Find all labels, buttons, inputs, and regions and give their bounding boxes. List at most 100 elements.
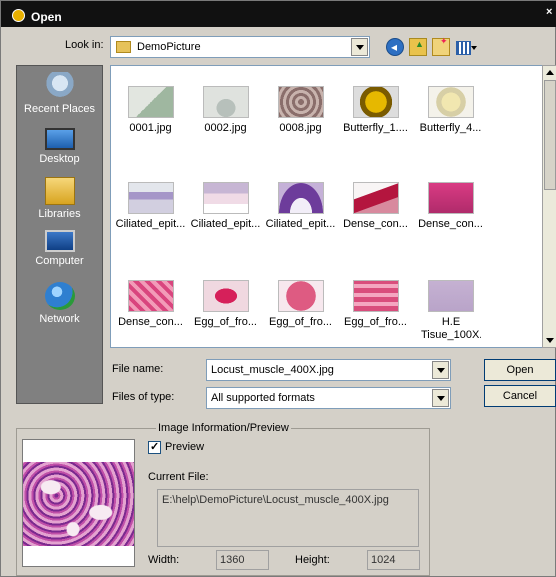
close-button[interactable]: × (546, 6, 552, 18)
height-field: 1024 (367, 550, 420, 570)
image-thumbnail (202, 280, 249, 312)
image-thumbnail (277, 86, 324, 118)
title-bar: Open × (1, 1, 556, 27)
preview-label: Preview (165, 441, 205, 453)
look-in-dropdown[interactable]: DemoPicture (110, 36, 370, 58)
height-value: 1024 (371, 554, 396, 566)
file-item[interactable]: H.E Tisue_100X... (413, 280, 488, 342)
image-preview (22, 439, 135, 567)
file-item[interactable]: 0001.jpg (113, 86, 188, 135)
file-name: 0001.jpg (129, 122, 172, 134)
chevron-down-icon[interactable] (432, 361, 449, 379)
current-file-box: E:\help\DemoPicture\Locust_muscle_400X.j… (157, 489, 419, 547)
view-menu-icon[interactable] (456, 38, 478, 56)
file-item[interactable]: Dense_con... (113, 280, 188, 329)
file-list-scrollbar[interactable] (542, 65, 556, 348)
file-name: Butterfly_1.... (343, 122, 408, 134)
new-folder-icon[interactable] (432, 36, 450, 56)
file-name: Dense_con... (118, 316, 183, 328)
image-thumbnail (427, 280, 474, 312)
image-thumbnail (277, 182, 324, 214)
file-name: Egg_of_fro... (269, 316, 332, 328)
image-info-legend: Image Information/Preview (156, 422, 291, 434)
scroll-up-icon[interactable] (544, 66, 556, 78)
current-file-value: E:\help\DemoPicture\Locust_muscle_400X.j… (162, 494, 389, 506)
file-name: 0002.jpg (204, 122, 247, 134)
width-label: Width: (148, 554, 180, 566)
place-recent-places[interactable]: Recent Places (17, 72, 102, 115)
file-name: Ciliated_epit... (115, 218, 186, 230)
file-list[interactable]: 0001.jpg 0002.jpg 0008.jpg Butterfly_1..… (110, 65, 544, 348)
back-icon[interactable] (386, 38, 404, 56)
image-thumbnail (352, 280, 399, 312)
place-computer[interactable]: Computer (17, 230, 102, 267)
network-icon (44, 282, 75, 310)
file-item[interactable]: 0008.jpg (263, 86, 338, 135)
file-item[interactable]: Egg_of_fro... (188, 280, 263, 329)
image-thumbnail (352, 182, 399, 214)
file-name: Dense_con... (418, 218, 483, 230)
preview-image (23, 462, 134, 546)
files-of-type-dropdown[interactable]: All supported formats (206, 387, 451, 409)
chevron-down-icon[interactable] (432, 389, 449, 407)
look-in-label: Look in: (65, 39, 104, 51)
file-name: Egg_of_fro... (344, 316, 407, 328)
file-name-field[interactable]: Locust_muscle_400X.jpg (206, 359, 451, 381)
file-item[interactable]: 0002.jpg (188, 86, 263, 135)
place-label: Recent Places (24, 103, 95, 115)
computer-icon (44, 230, 75, 252)
file-name: Ciliated_epit... (190, 218, 261, 230)
place-libraries[interactable]: Libraries (17, 177, 102, 220)
file-item[interactable]: Ciliated_epit... (113, 182, 188, 231)
folder-icon (116, 41, 131, 53)
file-item[interactable]: Ciliated_epit... (263, 182, 338, 231)
window-title: Open (31, 10, 62, 24)
files-of-type-value: All supported formats (211, 392, 315, 404)
image-thumbnail (202, 86, 249, 118)
file-name-value: Locust_muscle_400X.jpg (211, 364, 334, 376)
desktop-icon (44, 128, 75, 150)
file-name: Dense_con... (343, 218, 408, 230)
file-name: Ciliated_epit... (265, 218, 336, 230)
file-item[interactable]: Butterfly_1.... (338, 86, 413, 135)
image-thumbnail (277, 280, 324, 312)
scroll-down-icon[interactable] (544, 334, 556, 346)
recent-places-icon (44, 72, 75, 100)
places-bar: Recent Places Desktop Libraries Computer… (16, 65, 103, 404)
file-item[interactable]: Egg_of_fro... (263, 280, 338, 329)
file-name: H.E Tisue_100X... (421, 316, 481, 341)
file-item[interactable]: Egg_of_fro... (338, 280, 413, 329)
look-in-value: DemoPicture (137, 41, 201, 53)
place-label: Network (39, 313, 80, 325)
place-desktop[interactable]: Desktop (17, 125, 102, 165)
image-thumbnail (352, 86, 399, 118)
width-value: 1360 (220, 554, 245, 566)
cancel-button[interactable]: Cancel (484, 385, 556, 407)
place-label: Computer (35, 255, 84, 267)
image-thumbnail (202, 182, 249, 214)
preview-checkbox[interactable] (148, 440, 161, 454)
image-thumbnail (127, 280, 174, 312)
file-item[interactable]: Dense_con... (338, 182, 413, 231)
file-item[interactable]: Ciliated_epit... (188, 182, 263, 231)
app-icon (12, 9, 25, 22)
file-name: Egg_of_fro... (194, 316, 257, 328)
height-label: Height: (295, 554, 330, 566)
open-button[interactable]: Open (484, 359, 556, 381)
place-network[interactable]: Network (17, 282, 102, 325)
place-label: Libraries (38, 208, 81, 220)
file-item[interactable]: Dense_con... (413, 182, 488, 231)
chevron-down-icon[interactable] (351, 38, 368, 56)
current-file-label: Current File: (148, 471, 209, 483)
up-folder-icon[interactable] (409, 38, 427, 56)
scroll-thumb[interactable] (544, 80, 556, 190)
file-name-label: File name: (112, 363, 164, 375)
width-field: 1360 (216, 550, 269, 570)
image-thumbnail (427, 182, 474, 214)
image-thumbnail (127, 182, 174, 214)
libraries-icon (44, 177, 75, 205)
image-thumbnail (127, 86, 174, 118)
image-thumbnail (427, 86, 474, 118)
file-item[interactable]: Butterfly_4... (413, 86, 488, 135)
file-name: 0008.jpg (279, 122, 322, 134)
